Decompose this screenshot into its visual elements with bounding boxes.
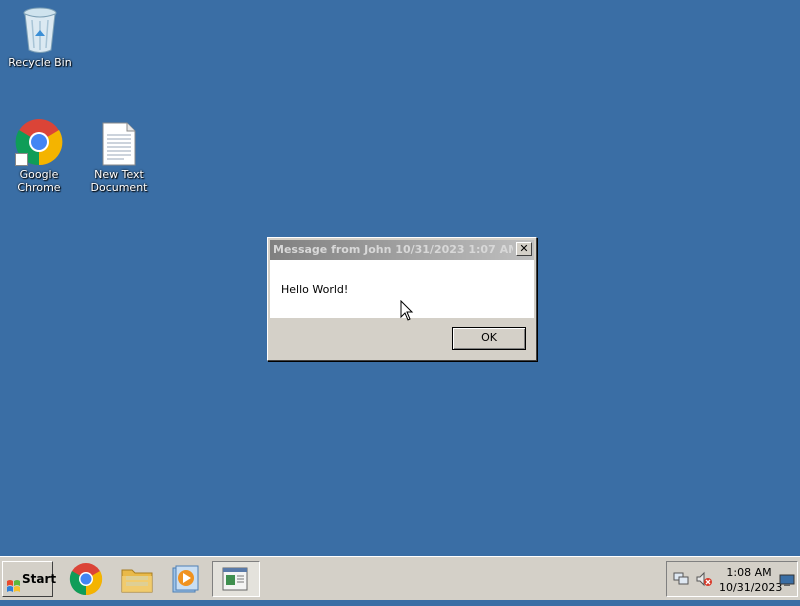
windows-flag-icon [6, 572, 21, 606]
network-icon[interactable] [673, 571, 689, 590]
desktop-icon-label: Google Chrome [17, 168, 61, 194]
chrome-icon [15, 118, 63, 166]
desktop-icon-label: New Text Document [90, 168, 148, 194]
volume-muted-icon[interactable] [696, 571, 712, 590]
clock-date: 10/31/2023 [719, 581, 783, 594]
message-window-icon [222, 567, 248, 591]
system-tray: 1:08 AM 10/31/2023 [666, 561, 798, 597]
dialog-message: Hello World! [281, 283, 349, 296]
taskbar-message-window-button[interactable] [212, 561, 260, 597]
file-explorer-icon [121, 569, 153, 593]
taskbar: Start 1:08 AM 10/31/2023 [0, 556, 800, 600]
clock-time: 1:08 AM [726, 566, 772, 579]
text-document-icon [102, 122, 136, 166]
close-button[interactable]: ✕ [516, 242, 532, 256]
desktop-icon-google-chrome[interactable]: Google Chrome [0, 118, 79, 194]
media-player-icon [172, 565, 199, 593]
dialog-titlebar[interactable]: Message from John 10/31/2023 1:07 AM ✕ [270, 240, 534, 260]
ok-button[interactable]: OK [452, 327, 526, 350]
taskbar-chrome-button[interactable] [68, 561, 104, 597]
recycle-bin-icon [22, 6, 58, 54]
show-desktop-icon[interactable] [779, 574, 795, 591]
taskbar-clock[interactable]: 1:08 AM 10/31/2023 [719, 565, 783, 595]
shortcut-arrow-icon [15, 153, 28, 166]
desktop-icon-recycle-bin[interactable]: Recycle Bin [0, 6, 80, 69]
chrome-icon [69, 563, 103, 596]
dialog-title: Message from John 10/31/2023 1:07 AM [273, 243, 513, 256]
taskbar-file-explorer-button[interactable] [119, 561, 155, 597]
start-label: Start [22, 572, 57, 586]
taskbar-media-player-button[interactable] [167, 561, 203, 597]
desktop-icon-new-text-document[interactable]: New Text Document [79, 122, 159, 194]
message-dialog: Message from John 10/31/2023 1:07 AM ✕ H… [267, 237, 537, 361]
start-button[interactable]: Start [2, 561, 57, 597]
mouse-cursor-icon [400, 299, 414, 325]
desktop-icon-label: Recycle Bin [8, 56, 72, 69]
